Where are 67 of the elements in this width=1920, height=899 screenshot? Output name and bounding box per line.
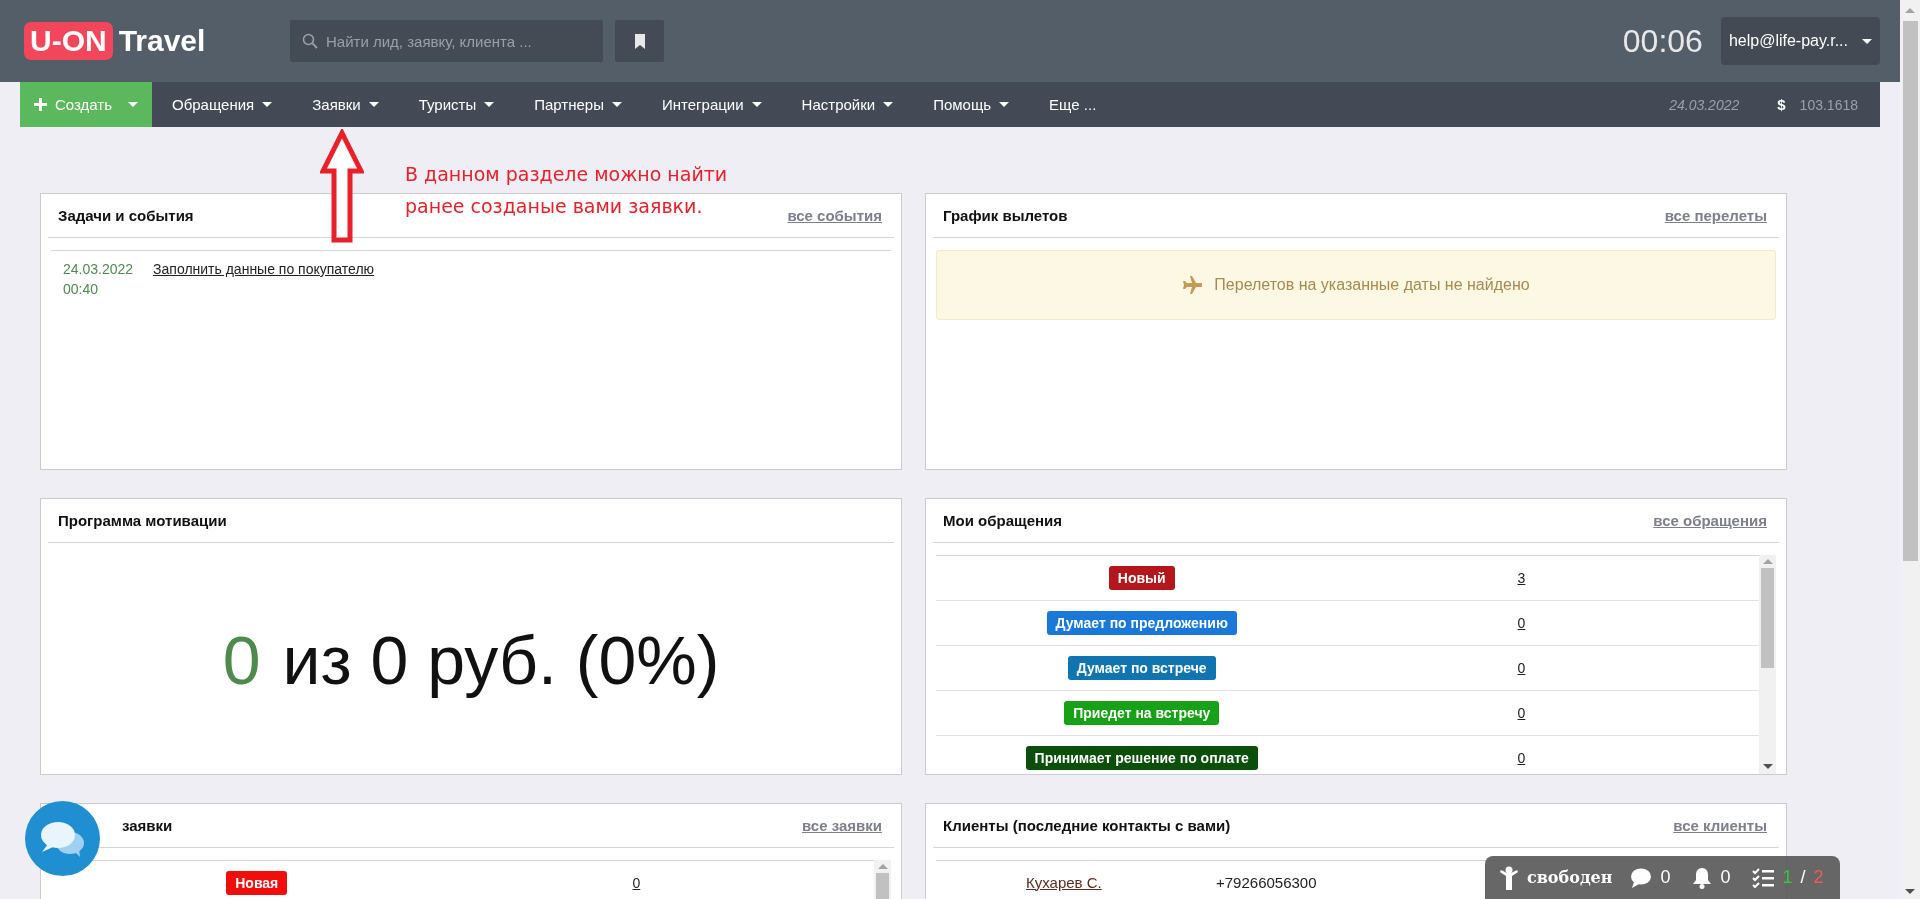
client-phone: +79266056300: [1216, 873, 1318, 891]
user-status[interactable]: свободен: [1527, 868, 1613, 887]
count-link[interactable]: 0: [1517, 750, 1526, 766]
caret-icon: [128, 102, 138, 107]
status-tag: Новая: [226, 871, 288, 895]
all-clients-link[interactable]: все клиенты: [1673, 817, 1767, 834]
event-date: 24.03.2022: [63, 261, 134, 277]
nav-menu-item[interactable]: Туристы: [398, 82, 515, 127]
event-time: 00:40: [63, 281, 100, 297]
bookmark-button[interactable]: [615, 20, 664, 62]
status-tag: Думает по встрече: [1067, 656, 1216, 680]
client-link[interactable]: Кухарев С.: [936, 873, 1216, 891]
messages-count: 0: [1660, 867, 1671, 888]
motivation-total: из 0 руб. (0%): [282, 620, 720, 699]
all-events-link[interactable]: все события: [787, 207, 882, 224]
panel-title: Задачи и события: [58, 207, 194, 224]
notice-text: Перелетов на указанные даты не найдено: [1214, 276, 1530, 294]
user-menu-button[interactable]: help@life-pay.r...: [1720, 17, 1880, 65]
status-tag: Новый: [1108, 566, 1175, 590]
annotation-text: В данном разделе можно найти: [405, 163, 728, 185]
count-link[interactable]: 0: [1517, 615, 1526, 631]
chat-bubbles-icon: [39, 819, 86, 858]
panel-title: Клиенты (последние контакты с вами): [943, 817, 1231, 834]
achieved-value: 0: [222, 620, 261, 699]
person-icon: [1499, 865, 1519, 890]
nav-menu-item[interactable]: Помощь: [913, 82, 1030, 127]
count-link[interactable]: 3: [1517, 570, 1526, 586]
count-link[interactable]: 0: [1517, 705, 1526, 721]
current-date: 24.03.2022: [1669, 96, 1740, 113]
tasks-total-count: 2: [1813, 867, 1824, 888]
status-tag: Принимает решение по оплате: [1025, 746, 1258, 770]
logo-text[interactable]: Travel: [118, 24, 206, 58]
nav-menu-item[interactable]: Партнеры: [514, 82, 642, 127]
chat-icon: [1630, 867, 1653, 888]
status-tag: Приедет на встречу: [1064, 701, 1220, 725]
panel-title: заявки: [122, 817, 173, 834]
panel-title: График вылетов: [943, 207, 1068, 224]
search-field[interactable]: Найти лид, заявку, клиента ...: [290, 20, 603, 62]
nav-menu-item[interactable]: Заявки: [292, 82, 399, 127]
panel-title: Программа мотивации: [58, 512, 227, 529]
exchange-rate: 103.1618: [1799, 96, 1858, 113]
plus-icon: [34, 98, 47, 111]
nav-menu-item[interactable]: Интеграции: [642, 82, 782, 127]
currency-symbol: $: [1777, 96, 1786, 113]
timer: 00:06: [1622, 22, 1703, 60]
airplane-icon: [1182, 276, 1203, 294]
count-link[interactable]: 0: [1517, 660, 1526, 676]
checklist-icon: [1752, 867, 1775, 888]
caret-icon: [1862, 38, 1872, 44]
nav-menu-item[interactable]: Обращения: [152, 82, 293, 127]
bell-icon: [1692, 866, 1713, 889]
panel-title: Мои обращения: [943, 512, 1062, 529]
annotation-text: ранее созданые вами заявки.: [405, 195, 704, 217]
status-tag: Думает по предложению: [1046, 611, 1237, 635]
logo-badge[interactable]: U-ON: [24, 22, 113, 60]
tasks-separator: /: [1800, 867, 1806, 888]
bookmark-icon: [633, 33, 646, 49]
tasks-done-count: 1: [1782, 867, 1793, 888]
notifications-count: 0: [1720, 867, 1731, 888]
all-flights-link[interactable]: все перелеты: [1664, 207, 1767, 224]
nav-menu-item[interactable]: Еще ...: [1029, 82, 1117, 127]
all-orders-link[interactable]: все заявки: [802, 817, 882, 834]
nav-menu-item[interactable]: Настройки: [781, 82, 914, 127]
event-link[interactable]: Заполнить данные по покупателю: [153, 261, 375, 297]
all-appeals-link[interactable]: все обращения: [1653, 512, 1767, 529]
scrollbar[interactable]: [1759, 555, 1776, 774]
count-link[interactable]: 0: [632, 875, 641, 891]
